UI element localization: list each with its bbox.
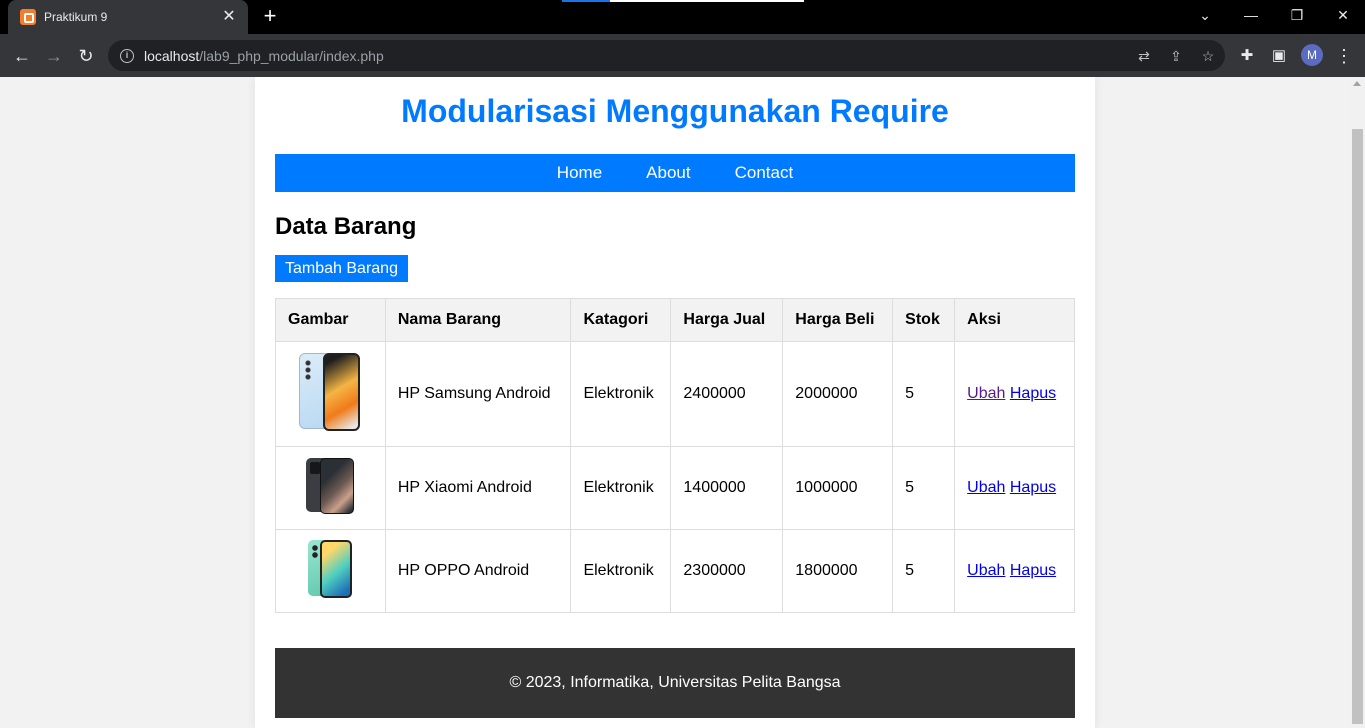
aksi-cell: Ubah Hapus bbox=[954, 529, 1075, 613]
new-tab-icon[interactable]: + bbox=[258, 5, 282, 29]
minimize-icon[interactable]: — bbox=[1228, 0, 1274, 30]
header-nama-barang: Nama Barang bbox=[384, 298, 572, 342]
oppo-phone-image bbox=[308, 539, 353, 598]
address-bar[interactable]: i localhost/lab9_php_modular/index.php ⇄… bbox=[108, 40, 1225, 71]
xampp-favicon-icon bbox=[20, 9, 36, 25]
kategori-cell: Elektronik bbox=[570, 446, 672, 530]
translate-icon[interactable]: ⇄ bbox=[1134, 46, 1154, 66]
header-harga-jual: Harga Jual bbox=[670, 298, 784, 342]
page-viewport: Modularisasi Menggunakan Require Home Ab… bbox=[0, 77, 1350, 728]
menu-kebab-icon[interactable]: ⋮ bbox=[1330, 42, 1358, 70]
header-katagori: Katagori bbox=[570, 298, 672, 342]
ubah-link[interactable]: Ubah bbox=[967, 562, 1005, 579]
tab-search-indicator bbox=[562, 0, 804, 2]
data-barang-table: Gambar Nama Barang Katagori Harga Jual H… bbox=[275, 298, 1075, 613]
image-cell bbox=[275, 341, 386, 447]
tambah-barang-button[interactable]: Tambah Barang bbox=[275, 255, 408, 282]
vertical-scrollbar[interactable] bbox=[1350, 77, 1365, 728]
section-title: Data Barang bbox=[275, 213, 417, 240]
browser-tab-bar: Praktikum 9 ✕ + ⌄ — ❐ ✕ bbox=[0, 0, 1365, 34]
stok-cell: 5 bbox=[892, 529, 956, 613]
samsung-phone-image bbox=[299, 352, 361, 431]
hapus-link[interactable]: Hapus bbox=[1010, 479, 1056, 496]
harga-jual-cell: 2400000 bbox=[670, 341, 784, 447]
nama-barang-cell: HP Samsung Android bbox=[384, 341, 572, 447]
xiaomi-phone-image bbox=[306, 457, 355, 514]
restore-icon[interactable]: ❐ bbox=[1274, 0, 1320, 30]
url-host: localhost bbox=[144, 47, 200, 64]
url-path: /lab9_php_modular/index.php bbox=[199, 47, 384, 64]
harga-beli-cell: 2000000 bbox=[782, 341, 894, 447]
harga-beli-cell: 1000000 bbox=[782, 446, 894, 530]
kategori-cell: Elektronik bbox=[570, 341, 672, 447]
nama-barang-cell: HP Xiaomi Android bbox=[384, 446, 572, 530]
header-gambar: Gambar bbox=[275, 298, 386, 342]
navbar: Home About Contact bbox=[275, 154, 1075, 192]
scrollbar-thumb[interactable] bbox=[1352, 129, 1363, 724]
header-aksi: Aksi bbox=[954, 298, 1075, 342]
bookmark-star-icon[interactable]: ☆ bbox=[1198, 46, 1218, 66]
table-row: HP Xiaomi Android Elektronik 1400000 100… bbox=[275, 446, 1075, 530]
close-window-icon[interactable]: ✕ bbox=[1320, 0, 1365, 30]
browser-toolbar: ← → ↻ i localhost/lab9_php_modular/index… bbox=[0, 34, 1365, 77]
reload-icon[interactable]: ↻ bbox=[72, 42, 100, 70]
nav-home-link[interactable]: Home bbox=[557, 163, 602, 183]
nav-contact-link[interactable]: Contact bbox=[735, 163, 794, 183]
page-container: Modularisasi Menggunakan Require Home Ab… bbox=[255, 77, 1095, 728]
share-icon[interactable]: ⇪ bbox=[1166, 46, 1186, 66]
extensions-icon[interactable]: ✚ bbox=[1233, 42, 1261, 70]
nama-barang-cell: HP OPPO Android bbox=[384, 529, 572, 613]
stok-cell: 5 bbox=[892, 446, 956, 530]
back-icon[interactable]: ← bbox=[8, 42, 36, 70]
page-title: Modularisasi Menggunakan Require bbox=[401, 93, 949, 129]
image-cell bbox=[275, 446, 386, 530]
scroll-up-icon[interactable] bbox=[1353, 81, 1361, 86]
site-info-icon[interactable]: i bbox=[120, 48, 134, 63]
ubah-link[interactable]: Ubah bbox=[967, 479, 1005, 496]
table-row: HP OPPO Android Elektronik 2300000 18000… bbox=[275, 529, 1075, 613]
close-tab-icon[interactable]: ✕ bbox=[220, 8, 238, 26]
url-text: localhost/lab9_php_modular/index.php bbox=[144, 48, 384, 64]
kategori-cell: Elektronik bbox=[570, 529, 672, 613]
hapus-link[interactable]: Hapus bbox=[1010, 562, 1056, 579]
browser-tab[interactable]: Praktikum 9 ✕ bbox=[8, 0, 248, 34]
aksi-cell: Ubah Hapus bbox=[954, 341, 1075, 447]
harga-jual-cell: 1400000 bbox=[670, 446, 784, 530]
hapus-link[interactable]: Hapus bbox=[1010, 385, 1056, 402]
profile-avatar[interactable]: M bbox=[1301, 44, 1323, 66]
aksi-cell: Ubah Hapus bbox=[954, 446, 1075, 530]
ubah-link[interactable]: Ubah bbox=[967, 385, 1005, 402]
header-harga-beli: Harga Beli bbox=[782, 298, 894, 342]
harga-jual-cell: 2300000 bbox=[670, 529, 784, 613]
side-panel-icon[interactable]: ▣ bbox=[1265, 42, 1293, 70]
page-footer: © 2023, Informatika, Universitas Pelita … bbox=[275, 648, 1075, 718]
stok-cell: 5 bbox=[892, 341, 956, 447]
tab-search-chevron-icon[interactable]: ⌄ bbox=[1182, 0, 1228, 30]
forward-icon[interactable]: → bbox=[40, 42, 68, 70]
harga-beli-cell: 1800000 bbox=[782, 529, 894, 613]
image-cell bbox=[275, 529, 386, 613]
header-stok: Stok bbox=[892, 298, 956, 342]
table-header-row: Gambar Nama Barang Katagori Harga Jual H… bbox=[275, 298, 1075, 342]
nav-about-link[interactable]: About bbox=[646, 163, 690, 183]
tab-title: Praktikum 9 bbox=[44, 10, 108, 24]
table-row: HP Samsung Android Elektronik 2400000 20… bbox=[275, 341, 1075, 447]
